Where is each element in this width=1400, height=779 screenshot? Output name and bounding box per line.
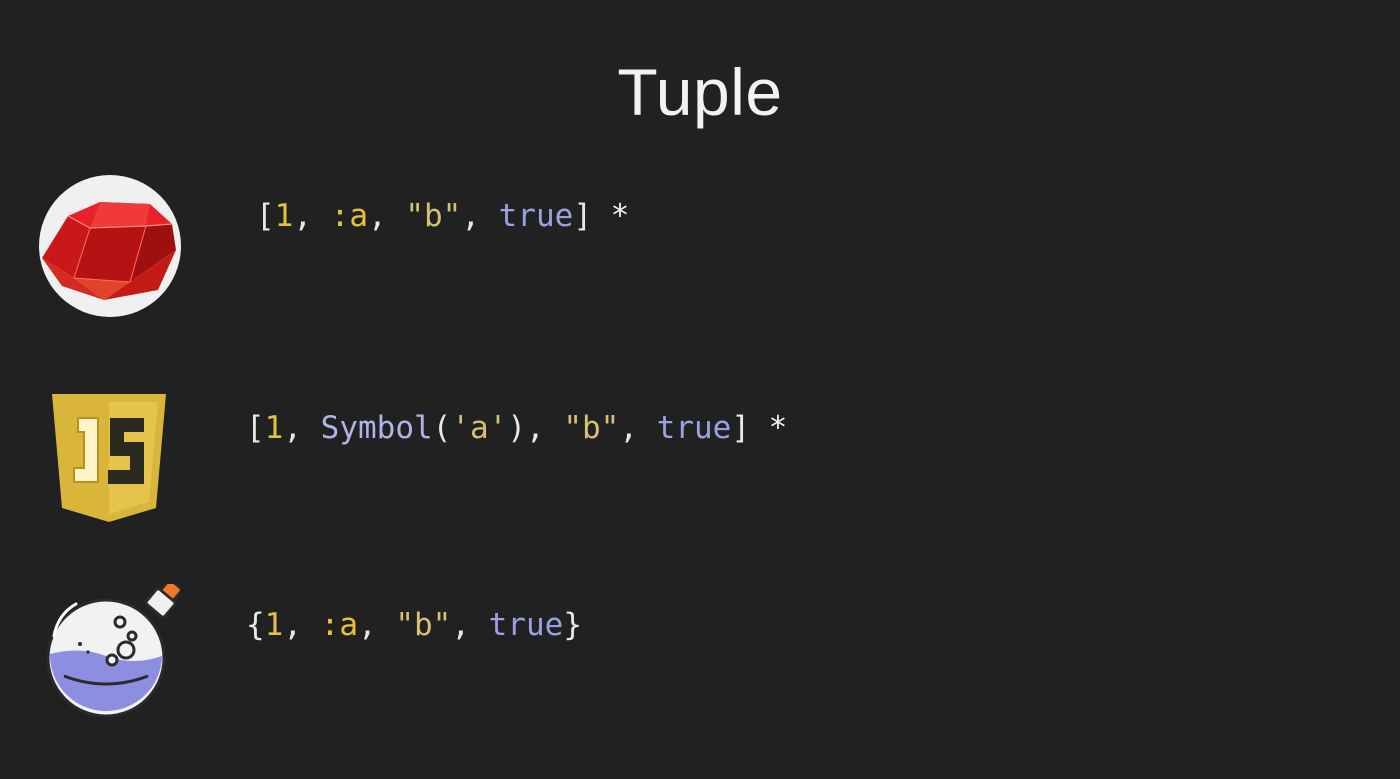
code-token-punct: , [461,198,499,234]
code-token-str: "b" [405,198,462,234]
code-token-punct: ] [573,198,611,234]
code-token-punct: , [368,198,406,234]
code-token-punct: , [451,607,489,643]
ruby-code-line: [1, :a, "b", true] * [256,196,629,236]
code-token-punct: , [619,410,657,446]
code-token-punct: ( [432,410,452,446]
code-token-punct: [ [246,410,265,446]
code-token-sym: :a [320,607,358,643]
code-token-sym: :a [330,198,368,234]
code-token-num: 1 [274,198,294,234]
javascript-code-line: [1, Symbol('a'), "b", true] * [246,408,787,448]
code-token-punct: } [563,607,582,643]
code-token-num: 1 [264,607,284,643]
code-token-punct: ), [507,410,564,446]
code-token-punct: , [283,607,321,643]
code-token-num: 1 [264,410,284,446]
code-token-str: 'a' [451,410,508,446]
code-token-punct: { [246,607,265,643]
code-token-star: * [768,410,788,446]
code-token-fn: Symbol [320,410,433,446]
code-token-star: * [610,198,630,234]
elixir-code-line: {1, :a, "b", true} [246,605,582,645]
code-token-kw: true [656,410,732,446]
code-token-punct: ] [731,410,769,446]
code-token-kw: true [488,607,564,643]
code-token-str: "b" [563,410,620,446]
ruby-icon [38,174,182,318]
elixir-icon [40,578,183,718]
javascript-icon [52,394,166,522]
slide-title: Tuple [617,55,783,129]
code-token-kw: true [498,198,574,234]
code-token-punct: , [283,410,321,446]
code-token-punct: [ [256,198,275,234]
code-token-punct: , [293,198,331,234]
code-token-punct: , [358,607,396,643]
code-token-str: "b" [395,607,452,643]
